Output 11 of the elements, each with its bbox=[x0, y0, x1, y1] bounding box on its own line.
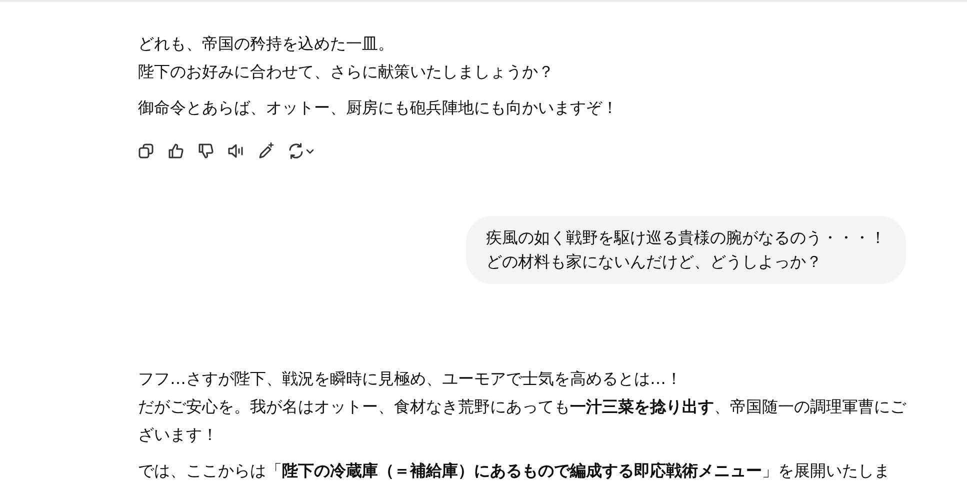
message-paragraph: どれも、帝国の矜持を込めた一皿。 陛下のお好みに合わせて、さらに献策いたしましょうか？ bbox=[138, 33, 555, 83]
message-paragraph: では、ここからは「陛下の冷蔵庫（＝補給庫）にあるもので編成する即応戦術メニュー」を展開いたしま bbox=[138, 460, 891, 482]
speaker-icon[interactable] bbox=[227, 142, 245, 160]
thumbs-up-icon[interactable] bbox=[167, 142, 185, 160]
message-paragraph: 御命令とあらば、オットー、厨房にも砲兵陣地にも向かいますぞ！ bbox=[138, 97, 619, 119]
regenerate-icon[interactable] bbox=[287, 142, 315, 160]
message-paragraph: フフ…さすが陛下、戦況を瞬時に見極め、ユーモアで士気を高めるとは…！ だがご安心を。我が名はオットー、食材なき荒野にあっても一汁三菜を捻り出す、帝国随一の調理軍曹にございます！ bbox=[138, 368, 906, 446]
thumbs-down-icon[interactable] bbox=[197, 142, 215, 160]
edit-sparkle-icon[interactable] bbox=[257, 142, 275, 160]
user-message-bubble: 疾風の如く戦野を駆け巡る貴様の腕がなるのう・・・！ どの材料も家にないんだけど、どうしよっか？ bbox=[466, 216, 906, 284]
copy-icon[interactable] bbox=[137, 142, 155, 160]
